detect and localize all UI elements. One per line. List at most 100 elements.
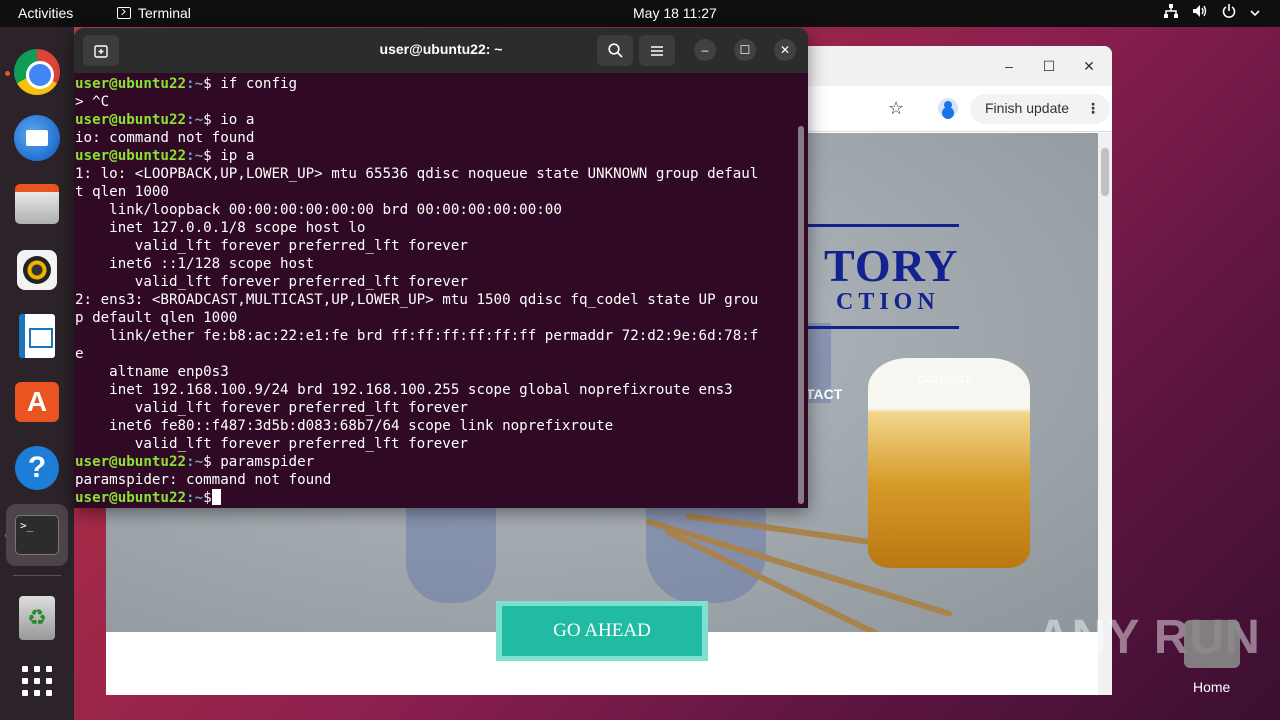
clock[interactable]: May 18 11:27 [633,5,717,21]
dock-rhythmbox[interactable] [13,246,61,294]
prompt-command: $ ip a [203,148,255,164]
terminal-output-line: > ^C [75,94,110,110]
app-grid-icon [22,666,52,696]
terminal-output-line: valid_lft forever preferred_lft forever [75,238,468,254]
files-icon [15,184,59,224]
bookmark-star-icon[interactable]: ☆ [888,98,904,119]
thunderbird-icon [14,115,60,161]
terminal-scrollbar[interactable] [798,126,804,504]
terminal-output-line: e [75,346,84,362]
top-bar: Activities Terminal May 18 11:27 [0,0,1280,27]
prompt-path: :~ [186,112,204,128]
site-logo-title: TORY [824,240,959,291]
terminal-output-line: inet 192.168.100.9/24 brd 192.168.100.25… [75,382,733,398]
site-logo-subtitle: CTION [836,289,940,315]
finish-update-label: Finish update [985,100,1070,116]
dock-software[interactable]: A [13,375,61,423]
nav-contact-link[interactable]: TACT [806,386,842,402]
prompt-user: user@ubuntu22 [75,112,187,128]
activities-button[interactable]: Activities [18,5,73,21]
prompt-command: $ io a [203,112,255,128]
terminal-cursor [211,489,221,505]
terminal-output-line: valid_lft forever preferred_lft forever [75,436,468,452]
terminal-prompt-line: user@ubuntu22:~$ paramspider [75,453,797,471]
search-icon [607,43,623,58]
terminal-app-icon: >_ [15,515,59,555]
system-tray[interactable] [1164,4,1260,21]
terminal-icon [117,7,131,19]
home-folder-icon[interactable] [1184,620,1240,668]
terminal-output-line: link/loopback 00:00:00:00:00:00 brd 00:0… [75,202,562,218]
close-button[interactable]: ✕ [1078,56,1100,76]
terminal-output-line: io: command not found [75,130,255,146]
terminal-output-line: 1: lo: <LOOPBACK,UP,LOWER_UP> mtu 65536 … [75,166,759,182]
prompt-user: user@ubuntu22 [75,490,187,506]
chevron-down-icon [1250,5,1260,20]
rhythmbox-icon [17,250,57,290]
running-indicator [5,71,10,76]
go-ahead-label: GO AHEAD [502,606,702,656]
show-applications-button[interactable] [13,657,61,705]
nav-contact-overlay[interactable]: CONTACT [918,374,971,386]
terminal-output-line: 2: ens3: <BROADCAST,MULTICAST,UP,LOWER_U… [75,292,759,308]
terminal-prompt-line: user@ubuntu22:~$ io a [75,111,797,129]
terminal-output-line: t qlen 1000 [75,184,169,200]
terminal-output[interactable]: user@ubuntu22:~$ if config > ^C user@ubunt… [75,75,797,507]
minimize-button[interactable]: – [998,56,1020,76]
terminal-output-line: link/ether fe:b8:ac:22:e1:fe brd ff:ff:f… [75,328,759,344]
app-menu-label: Terminal [138,5,191,21]
menu-button[interactable] [639,35,675,66]
terminal-output-line: inet6 fe80::f487:3d5b:d083:68b7/64 scope… [75,418,614,434]
close-button[interactable]: ✕ [774,39,796,61]
prompt-path: :~ [186,490,204,506]
logo-rule-top [796,224,959,227]
prompt-user: user@ubuntu22 [75,148,187,164]
beer-glass-image [868,358,1030,568]
network-icon [1164,4,1178,21]
terminal-headerbar: user@ubuntu22: ~ – ☐ ✕ [74,28,808,73]
power-icon [1222,4,1236,21]
finish-update-button[interactable]: Finish update ⋮ [970,94,1110,124]
terminal-output-line: valid_lft forever preferred_lft forever [75,400,468,416]
hamburger-menu-icon [651,45,663,56]
help-icon: ? [15,446,59,490]
trash-icon: ♻ [19,596,55,640]
maximize-button[interactable]: ☐ [1038,56,1060,76]
terminal-output-line: valid_lft forever preferred_lft forever [75,274,468,290]
dock-thunderbird[interactable] [13,114,61,162]
dock-chrome[interactable] [13,48,61,96]
writer-icon [19,314,55,358]
prompt-path: :~ [186,454,204,470]
chrome-icon [14,49,60,95]
dock-help[interactable]: ? [13,444,61,492]
app-menu[interactable]: Terminal [117,5,191,21]
dock-writer[interactable] [13,312,61,360]
maximize-button[interactable]: ☐ [734,39,756,61]
dock-trash[interactable]: ♻ [13,594,61,642]
logo-rule-bottom [796,326,959,329]
terminal-prompt-line: user@ubuntu22:~$ ip a [75,147,797,165]
dock-files[interactable] [13,180,61,228]
prompt-user: user@ubuntu22 [75,76,187,92]
search-button[interactable] [597,35,633,66]
terminal-output-line: altname enp0s3 [75,364,229,380]
volume-icon [1192,4,1208,21]
terminal-output-line: paramspider: command not found [75,472,332,488]
terminal-output-line: inet6 ::1/128 scope host [75,256,315,272]
terminal-prompt-line: user@ubuntu22:~$ [75,489,797,507]
prompt-user: user@ubuntu22 [75,454,187,470]
prompt-command: $ [203,490,212,506]
software-store-icon: A [15,382,59,422]
minimize-button[interactable]: – [694,39,716,61]
dock-separator [13,575,61,576]
prompt-path: :~ [186,76,204,92]
dock: A ? >_ ♻ [0,27,74,720]
prompt-command: $ if config [203,76,298,92]
prompt-path: :~ [186,148,204,164]
go-ahead-button[interactable]: GO AHEAD [496,601,708,661]
home-folder-label: Home [1193,679,1231,695]
scrollbar-thumb[interactable] [1101,148,1109,196]
profile-icon[interactable] [938,98,958,118]
dock-terminal[interactable]: >_ [6,504,68,566]
more-menu-icon: ⋮ [1086,100,1100,116]
